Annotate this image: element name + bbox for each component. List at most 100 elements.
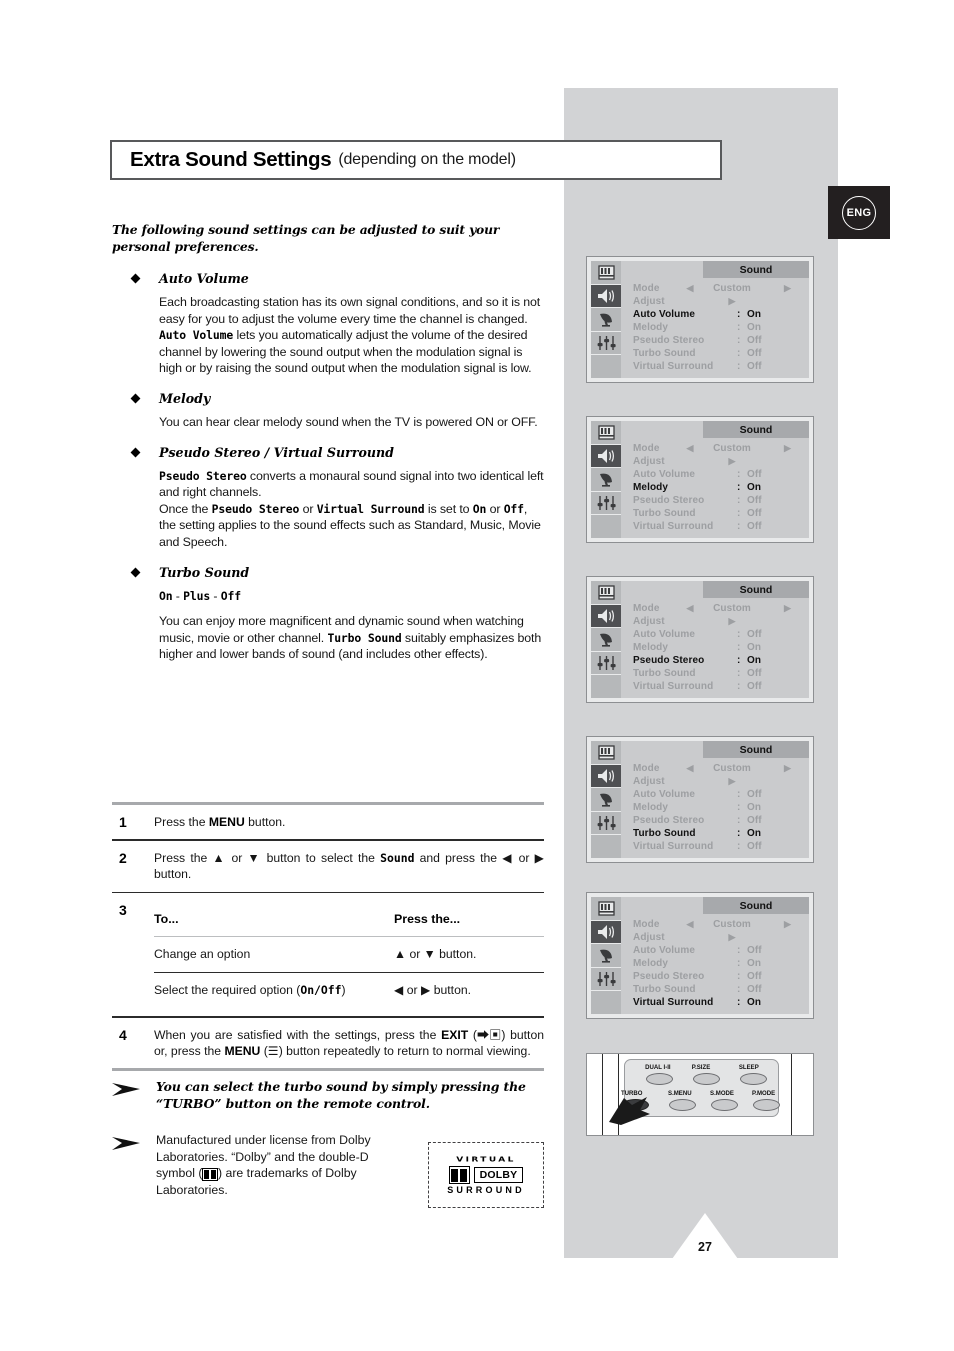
osd-item-value: On — [747, 997, 762, 1008]
osd-menu-item[interactable]: Pseudo Stereo: Off — [633, 814, 803, 827]
osd-item-label: Auto Volume — [633, 945, 696, 956]
osd-arrow-left-icon[interactable]: ◀ — [679, 443, 701, 454]
osd-equalizer-icon[interactable] — [591, 811, 621, 835]
osd-picture-icon[interactable] — [591, 421, 621, 444]
osd-blank-icon[interactable] — [591, 515, 621, 538]
osd-menu-item[interactable]: Melody: On — [633, 801, 803, 814]
remote-button-sleep[interactable] — [740, 1073, 767, 1085]
diamond-bullet-icon — [130, 567, 141, 577]
osd-arrow-left-icon[interactable]: ◀ — [679, 603, 701, 614]
osd-sound-menu: Sound Mode ◀ Custom ▶ Adjust ▶ Auto Volume: Off M… — [586, 736, 814, 863]
osd-menu-item[interactable]: Melody: On — [633, 641, 803, 654]
remote-button-s-mode[interactable] — [711, 1099, 738, 1111]
osd-satellite-dish-icon[interactable] — [591, 628, 621, 651]
osd-menu-item[interactable]: Turbo Sound: On — [633, 827, 803, 840]
osd-arrow-right-icon[interactable]: ▶ — [763, 283, 803, 294]
page-number: 27 — [698, 1240, 712, 1254]
osd-speaker-icon[interactable] — [591, 604, 621, 628]
osd-arrow-right-icon[interactable]: ▶ — [763, 763, 803, 774]
osd-arrow-right-icon[interactable]: ▶ — [763, 919, 803, 930]
osd-speaker-icon[interactable] — [591, 764, 621, 788]
osd-blank-icon[interactable] — [591, 355, 621, 378]
osd-menu-item[interactable]: Adjust ▶ — [633, 455, 803, 468]
osd-menu-item[interactable]: Melody: On — [633, 321, 803, 334]
osd-menu-item[interactable]: Mode ◀ Custom ▶ — [633, 282, 803, 295]
osd-equalizer-icon[interactable] — [591, 331, 621, 355]
remote-button-dual-i-ii[interactable] — [646, 1073, 673, 1085]
osd-picture-icon[interactable] — [591, 581, 621, 604]
osd-arrow-left-icon[interactable]: ◀ — [679, 283, 701, 294]
osd-menu-item[interactable]: Mode ◀ Custom ▶ — [633, 602, 803, 615]
osd-picture-icon[interactable] — [591, 741, 621, 764]
step-number: 4 — [119, 1026, 127, 1043]
osd-menu-item[interactable]: Pseudo Stereo: Off — [633, 970, 803, 983]
osd-menu-item[interactable]: Turbo Sound: Off — [633, 667, 803, 680]
osd-blank-icon[interactable] — [591, 835, 621, 858]
osd-mode-value: Custom — [713, 443, 751, 454]
osd-blank-icon[interactable] — [591, 991, 621, 1014]
osd-equalizer-icon[interactable] — [591, 967, 621, 991]
remote-button-p-mode[interactable] — [753, 1099, 780, 1111]
osd-adjust-arrow-icon[interactable]: ▶ — [701, 456, 763, 467]
osd-menu-item[interactable]: Auto Volume: Off — [633, 468, 803, 481]
osd-menu-item[interactable]: Virtual Surround: Off — [633, 840, 803, 853]
remote-button-label: P.SIZE — [691, 1064, 711, 1071]
osd-picture-icon[interactable] — [591, 897, 621, 920]
note-text: Manufactured under license from Dolby La… — [156, 1133, 371, 1197]
remote-button-s-menu[interactable] — [669, 1099, 696, 1111]
osd-menu-item[interactable]: Adjust ▶ — [633, 931, 803, 944]
remote-control-illustration: DUAL I-II P.SIZE SLEEP TURBO S.MENU S.MODE P.M… — [586, 1053, 814, 1136]
osd-equalizer-icon[interactable] — [591, 491, 621, 515]
osd-blank-icon[interactable] — [591, 675, 621, 698]
osd-menu-item[interactable]: Melody: On — [633, 481, 803, 494]
osd-menu-item[interactable]: Adjust ▶ — [633, 775, 803, 788]
osd-menu-item[interactable]: Virtual Surround: Off — [633, 360, 803, 373]
osd-speaker-icon[interactable] — [591, 284, 621, 308]
osd-arrow-right-icon[interactable]: ▶ — [763, 603, 803, 614]
osd-item-value: Off — [747, 841, 762, 852]
table-cell: Select the required option (On/Off) — [154, 982, 346, 997]
osd-menu-item[interactable]: Auto Volume: Off — [633, 788, 803, 801]
osd-menu-item[interactable]: Auto Volume: Off — [633, 944, 803, 957]
osd-adjust-arrow-icon[interactable]: ▶ — [701, 296, 763, 307]
osd-item-value: On — [747, 655, 762, 666]
osd-menu-item[interactable]: Virtual Surround: Off — [633, 680, 803, 693]
procedure-steps: 1 Press the MENU button. 2 Press the ▲ or ▼… — [112, 802, 544, 1072]
osd-arrow-right-icon[interactable]: ▶ — [763, 443, 803, 454]
osd-menu-item[interactable]: Pseudo Stereo: Off — [633, 494, 803, 507]
osd-menu-list: Mode ◀ Custom ▶ Adjust ▶ Auto Volume: Off Melody… — [621, 598, 809, 698]
osd-menu-item[interactable]: Auto Volume: Off — [633, 628, 803, 641]
osd-picture-icon[interactable] — [591, 261, 621, 284]
osd-arrow-left-icon[interactable]: ◀ — [679, 763, 701, 774]
procedure-step: 2 Press the ▲ or ▼ button to select the S… — [112, 841, 544, 892]
osd-adjust-arrow-icon[interactable]: ▶ — [701, 776, 763, 787]
osd-menu-item[interactable]: Mode ◀ Custom ▶ — [633, 762, 803, 775]
osd-menu-item[interactable]: Auto Volume: On — [633, 308, 803, 321]
osd-menu-item[interactable]: Virtual Surround: On — [633, 996, 803, 1009]
osd-menu-item[interactable]: Turbo Sound: Off — [633, 507, 803, 520]
osd-item-label: Pseudo Stereo — [633, 815, 705, 826]
osd-adjust-arrow-icon[interactable]: ▶ — [701, 616, 763, 627]
osd-speaker-icon[interactable] — [591, 920, 621, 944]
osd-menu-item[interactable]: Virtual Surround: Off — [633, 520, 803, 533]
osd-menu-item[interactable]: Turbo Sound: Off — [633, 983, 803, 996]
osd-menu-item[interactable]: Mode ◀ Custom ▶ — [633, 442, 803, 455]
osd-satellite-dish-icon[interactable] — [591, 788, 621, 811]
osd-menu-item[interactable]: Pseudo Stereo: Off — [633, 334, 803, 347]
options-table: To... Press the... Change an option ▲ or ▼ … — [154, 902, 544, 1008]
osd-menu-item[interactable]: Adjust ▶ — [633, 615, 803, 628]
osd-satellite-dish-icon[interactable] — [591, 468, 621, 491]
osd-item-colon: : — [737, 348, 741, 359]
osd-adjust-arrow-icon[interactable]: ▶ — [701, 932, 763, 943]
osd-menu-item[interactable]: Mode ◀ Custom ▶ — [633, 918, 803, 931]
osd-satellite-dish-icon[interactable] — [591, 944, 621, 967]
osd-menu-item[interactable]: Pseudo Stereo: On — [633, 654, 803, 667]
osd-speaker-icon[interactable] — [591, 444, 621, 468]
osd-menu-item[interactable]: Melody: On — [633, 957, 803, 970]
osd-menu-item[interactable]: Turbo Sound: Off — [633, 347, 803, 360]
remote-button-p-size[interactable] — [693, 1073, 720, 1085]
osd-satellite-dish-icon[interactable] — [591, 308, 621, 331]
osd-menu-item[interactable]: Adjust ▶ — [633, 295, 803, 308]
osd-arrow-left-icon[interactable]: ◀ — [679, 919, 701, 930]
osd-equalizer-icon[interactable] — [591, 651, 621, 675]
